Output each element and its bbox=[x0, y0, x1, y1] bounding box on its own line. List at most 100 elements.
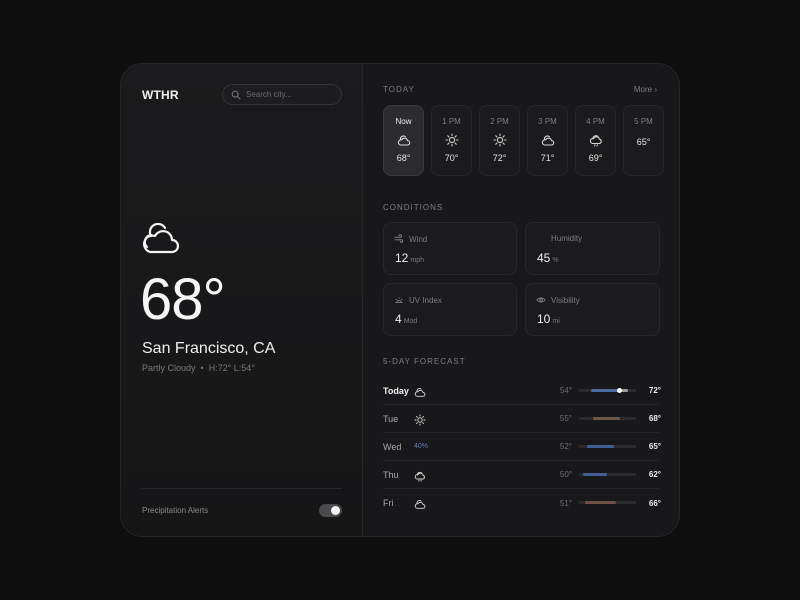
condition-header: Humidity bbox=[536, 234, 582, 243]
details-panel: TODAY More › Now 68° 1 PM 70° 2 PM 72° 3 PM 71°… bbox=[363, 64, 679, 536]
condition-unit: mi bbox=[552, 318, 560, 325]
temperature-range-fill bbox=[593, 417, 620, 420]
current-temperature-marker bbox=[617, 388, 623, 393]
forecast-high: 62° bbox=[648, 470, 661, 479]
temperature-range-bar bbox=[579, 445, 636, 448]
condition-header: Visibility bbox=[536, 295, 580, 305]
condition-value: 45 bbox=[537, 251, 551, 265]
hourly-card[interactable]: 2 PM 72° bbox=[479, 105, 520, 176]
divider bbox=[141, 488, 342, 489]
search-box[interactable] bbox=[222, 84, 342, 105]
sun-icon bbox=[492, 133, 507, 147]
forecast-low: 51° bbox=[559, 498, 572, 508]
hour-temperature: 71° bbox=[540, 153, 555, 163]
forecast-low: 52° bbox=[559, 442, 572, 451]
condition-header: Wind bbox=[394, 234, 427, 244]
forecast-row[interactable]: Thu 50° 62° bbox=[383, 461, 661, 489]
forecast-day: Tue bbox=[383, 413, 399, 424]
temperature-range-bar bbox=[579, 473, 636, 476]
hour-temperature: 72° bbox=[492, 153, 507, 163]
search-icon bbox=[231, 90, 241, 100]
hi-lo-text: H:72° L:54° bbox=[208, 363, 255, 373]
forecast-row[interactable]: Fri 51° 66° bbox=[383, 489, 661, 517]
forecast-day: Thu bbox=[383, 469, 399, 480]
hour-label: 5 PM bbox=[634, 117, 653, 126]
forecast-row[interactable]: Wed 40% 52° 65° bbox=[383, 433, 661, 461]
hour-label: 2 PM bbox=[490, 117, 509, 126]
condition-label: Visibility bbox=[551, 295, 580, 305]
cloud-sun-icon bbox=[541, 133, 555, 147]
cloud-sun-rain-icon bbox=[589, 133, 603, 147]
city-name: San Francisco, CA bbox=[142, 340, 276, 357]
condition-label: UV Index bbox=[409, 295, 442, 305]
forecast-day: Wed bbox=[383, 441, 402, 452]
forecast-low: 50° bbox=[559, 470, 572, 479]
condition-unit: Mod bbox=[403, 318, 418, 325]
forecast-low: 54° bbox=[559, 386, 572, 395]
forecast-high: 66° bbox=[648, 498, 661, 508]
app-logo: WTHR bbox=[142, 88, 179, 102]
hourly-card[interactable]: 3 PM 71° bbox=[527, 105, 568, 176]
condition-value-group: 12 mph bbox=[395, 251, 424, 265]
sun-icon bbox=[444, 133, 459, 147]
search-input[interactable] bbox=[246, 90, 336, 99]
current-summary: Partly Cloudy • H:72° L:54° bbox=[142, 363, 255, 373]
condition-label: Wind bbox=[409, 234, 428, 244]
condition-value: 10 bbox=[537, 312, 551, 326]
precipitation-alerts-toggle[interactable] bbox=[319, 504, 342, 517]
conditions-section-label: CONDITIONS bbox=[383, 203, 444, 212]
hourly-card[interactable]: Now 68° bbox=[383, 105, 424, 176]
condition-unit: % bbox=[552, 257, 559, 264]
condition-card-uv-index: UV Index 4 Mod bbox=[383, 283, 517, 336]
hour-temperature: 68° bbox=[396, 153, 411, 163]
forecast-section-label: 5-DAY FORECAST bbox=[383, 357, 466, 366]
eye-icon bbox=[536, 295, 546, 305]
condition-unit: mph bbox=[410, 257, 424, 264]
cloud-sun-icon bbox=[397, 133, 411, 147]
temperature-range-bar bbox=[579, 501, 636, 504]
hourly-card[interactable]: 1 PM 70° bbox=[431, 105, 472, 176]
forecast-row[interactable]: Tue 55° 68° bbox=[383, 405, 661, 433]
partly-cloudy-icon bbox=[143, 222, 180, 254]
more-link[interactable]: More › bbox=[634, 85, 657, 94]
forecast-row[interactable]: Today 54° 72° bbox=[383, 377, 661, 405]
hour-label: 4 PM bbox=[586, 117, 605, 126]
hour-temperature: 70° bbox=[444, 153, 459, 163]
cloud-sun-icon bbox=[414, 497, 426, 509]
temperature-range-fill bbox=[583, 473, 608, 476]
condition-header: UV Index bbox=[394, 295, 442, 305]
hourly-forecast: Now 68° 1 PM 70° 2 PM 72° 3 PM 71° 4 PM 69° 5 PM 65… bbox=[383, 105, 664, 176]
more-label: More bbox=[633, 85, 653, 94]
forecast-high: 65° bbox=[648, 442, 661, 451]
condition-value-group: 10 mi bbox=[537, 312, 560, 326]
forecast-high: 72° bbox=[648, 386, 661, 395]
temperature-range-bar bbox=[579, 388, 636, 393]
cloud-sun-icon bbox=[414, 385, 426, 397]
temperature-range-bar bbox=[579, 417, 636, 420]
hourly-card[interactable]: 4 PM 69° bbox=[575, 105, 616, 176]
hour-label: 3 PM bbox=[538, 117, 557, 126]
precipitation-alerts-label: Precipitation Alerts bbox=[142, 506, 209, 515]
hour-label: 1 PM bbox=[442, 117, 461, 126]
condition-value: 12 bbox=[395, 251, 409, 265]
forecast-high: 68° bbox=[648, 414, 661, 423]
temperature-range-fill bbox=[587, 445, 614, 448]
sun-icon bbox=[414, 413, 426, 426]
weather-card: WTHR 68° San Francisco, CA Partly Cloudy… bbox=[120, 63, 680, 537]
condition-text: Partly Cloudy bbox=[142, 363, 196, 373]
condition-card-visibility: Visibility 10 mi bbox=[525, 283, 660, 336]
condition-card-wind: Wind 12 mph bbox=[383, 222, 517, 275]
current-weather-panel: WTHR 68° San Francisco, CA Partly Cloudy… bbox=[121, 64, 363, 536]
current-temperature: 68° bbox=[140, 267, 226, 332]
condition-value: 4 bbox=[395, 312, 402, 326]
condition-card-humidity: Humidity 45% bbox=[525, 222, 660, 275]
condition-value-group: 45% bbox=[537, 251, 559, 265]
hour-temperature: 69° bbox=[588, 153, 603, 163]
hourly-card[interactable]: 5 PM 65° bbox=[623, 105, 664, 176]
wind-icon bbox=[394, 234, 404, 244]
hour-temperature: 65° bbox=[636, 137, 651, 147]
uv-sun-icon bbox=[394, 295, 404, 305]
conditions-grid: Wind 12 mph Humidity 45% UV Index 4 Mod Visibili… bbox=[383, 222, 660, 336]
separator-dot: • bbox=[200, 363, 204, 373]
condition-value-group: 4 Mod bbox=[395, 312, 417, 326]
